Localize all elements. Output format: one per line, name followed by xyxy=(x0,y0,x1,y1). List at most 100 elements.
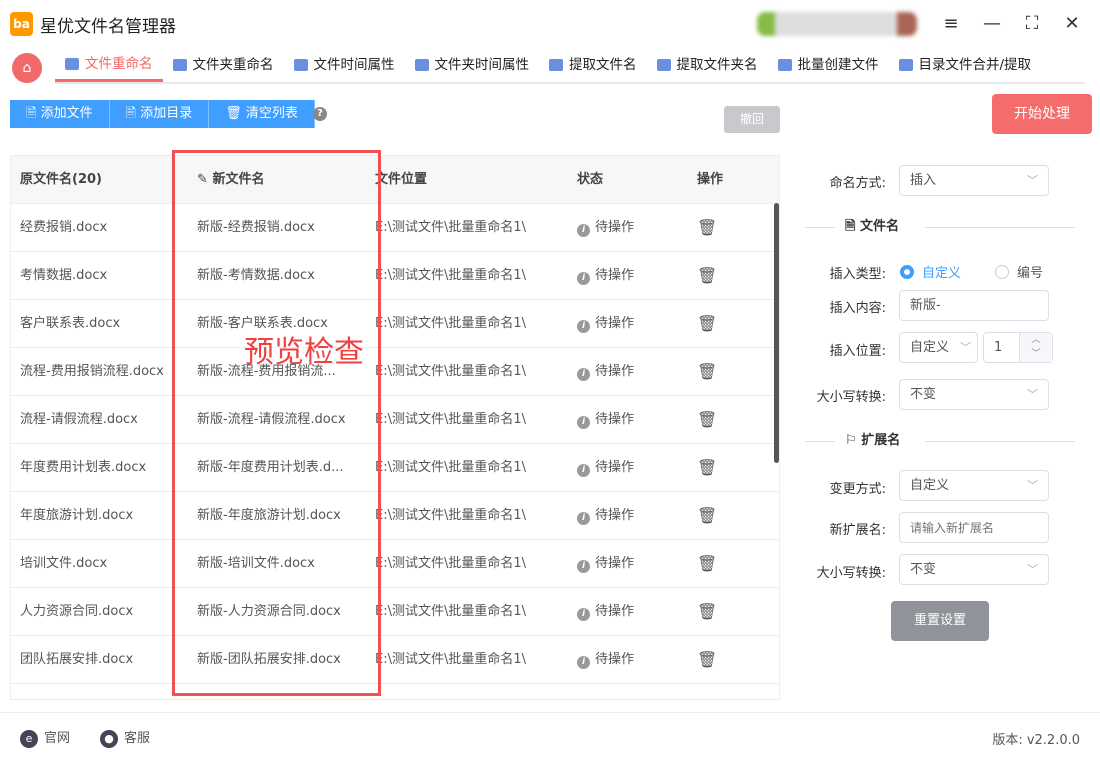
info-icon: i xyxy=(577,320,590,333)
tab-5[interactable]: 提取文件夹名 xyxy=(647,48,768,82)
radio-custom[interactable]: 自定义 xyxy=(900,262,961,281)
trash-icon: 🗑 xyxy=(697,602,718,621)
main-tabs: 文件重命名 文件夹重命名 文件时间属性 文件夹时间属性 提取文件名 提取文件夹名 批量创建文… xyxy=(55,48,1085,84)
naming-label: 命名方式: xyxy=(829,176,886,191)
undo-button[interactable]: 撤回 xyxy=(724,106,780,133)
clear-list-button[interactable]: 🗑 清空列表 xyxy=(209,100,315,128)
change-value: 自定义 xyxy=(910,478,950,493)
table-row[interactable]: 流程-请假流程.docx 新版-流程-请假流程.docx E:\测试文件\批量重… xyxy=(11,396,779,444)
case-select[interactable]: 不变 ﹀ xyxy=(899,379,1049,410)
status: i 待操作 xyxy=(577,204,634,251)
status-label: 待操作 xyxy=(595,412,635,427)
tab-7[interactable]: 目录文件合并/提取 xyxy=(889,48,1042,82)
status: i 待操作 xyxy=(577,252,634,299)
table-row[interactable]: 培训文件.docx 新版-培训文件.docx E:\测试文件\批量重命名1\ i… xyxy=(11,540,779,588)
add-dir-button[interactable]: 🗎 添加目录 xyxy=(109,100,210,128)
sliders-icon[interactable]: ≡ xyxy=(936,10,966,38)
delete-button[interactable]: 🗑 xyxy=(697,396,717,445)
original-name: 经费报销.docx xyxy=(20,220,108,235)
trash-icon: 🗑 xyxy=(697,218,718,237)
support-label: 客服 xyxy=(124,731,151,746)
support-link[interactable]: ● 客服 xyxy=(100,727,150,748)
minimize-button[interactable]: — xyxy=(977,10,1007,38)
tab-3[interactable]: 文件夹时间属性 xyxy=(405,48,540,82)
tab-label: 提取文件夹名 xyxy=(676,57,758,73)
insert-pos-value: 1 xyxy=(994,340,1003,355)
original-name: 年度旅游计划.docx xyxy=(20,508,134,523)
file-location: E:\测试文件\批量重命名1\ xyxy=(375,508,527,523)
delete-button[interactable]: 🗑 xyxy=(697,588,717,637)
status-label: 待操作 xyxy=(595,652,635,667)
insert-pos-stepper[interactable]: 1 ︿ ﹀ xyxy=(983,332,1053,363)
help-icon[interactable]: ? xyxy=(313,107,327,121)
user-avatar[interactable] xyxy=(757,12,917,36)
tab-0[interactable]: 文件重命名 xyxy=(55,48,163,82)
tab-label: 文件重命名 xyxy=(85,55,153,72)
close-button[interactable]: ✕ xyxy=(1057,10,1087,38)
home-button[interactable]: ⌂ xyxy=(12,53,42,83)
maximize-button[interactable]: ⛶ xyxy=(1017,10,1047,38)
header-status: 状态 xyxy=(577,172,604,187)
delete-button[interactable]: 🗑 xyxy=(697,540,717,589)
table-row[interactable]: 客户联系表.docx 新版-客户联系表.docx E:\测试文件\批量重命名1\… xyxy=(11,300,779,348)
trash-icon: 🗑 xyxy=(697,554,718,573)
tab-label: 文件时间属性 xyxy=(313,57,395,73)
status: i 待操作 xyxy=(577,540,634,587)
original-name: 人力资源合同.docx xyxy=(20,604,134,619)
website-link[interactable]: e 官网 xyxy=(20,727,70,748)
info-icon: i xyxy=(577,416,590,429)
table-header: 原文件名(20) ✎ 新文件名 文件位置 状态 操作 xyxy=(11,156,779,204)
file-location: E:\测试文件\批量重命名1\ xyxy=(375,268,527,283)
tab-label: 目录文件合并/提取 xyxy=(918,57,1032,73)
change-select[interactable]: 自定义 ﹀ xyxy=(899,470,1049,501)
stepper-arrows[interactable]: ︿ ﹀ xyxy=(1019,333,1052,362)
new-ext-input[interactable] xyxy=(899,512,1049,543)
toolbar: 🗎 添加文件 🗎 添加目录 🗑 清空列表 xyxy=(10,100,315,128)
version-text: 版本: v2.2.0.0 xyxy=(992,733,1080,748)
table-row[interactable]: 年度旅游计划.docx 新版-年度旅游计划.docx E:\测试文件\批量重命名… xyxy=(11,492,779,540)
tab-1[interactable]: 文件夹重命名 xyxy=(163,48,284,82)
insert-content-input[interactable]: 新版- xyxy=(899,290,1049,321)
file-location: E:\测试文件\批量重命名1\ xyxy=(375,652,527,667)
delete-button[interactable]: 🗑 xyxy=(697,636,717,685)
original-name: 培训文件.docx xyxy=(20,556,108,571)
table-row[interactable]: 年度费用计划表.docx 新版-年度费用计划表.d... E:\测试文件\批量重… xyxy=(11,444,779,492)
insert-pos-select[interactable]: 自定义 ﹀ xyxy=(899,332,978,363)
original-name: 流程-请假流程.docx xyxy=(20,412,138,427)
table-row[interactable]: 人力资源合同.docx 新版-人力资源合同.docx E:\测试文件\批量重命名… xyxy=(11,588,779,636)
table-row[interactable]: 考情数据.docx 新版-考情数据.docx E:\测试文件\批量重命名1\ i… xyxy=(11,252,779,300)
status: i 待操作 xyxy=(577,444,634,491)
file-table: 原文件名(20) ✎ 新文件名 文件位置 状态 操作 经费报销.docx 新版-… xyxy=(10,155,780,700)
delete-button[interactable]: 🗑 xyxy=(697,348,717,397)
delete-button[interactable]: 🗑 xyxy=(697,300,717,349)
chevron-down-icon: ﹀ xyxy=(1027,563,1038,576)
tab-2[interactable]: 文件时间属性 xyxy=(284,48,405,82)
add-file-button[interactable]: 🗎 添加文件 xyxy=(10,100,110,128)
tab-6[interactable]: 批量创建文件 xyxy=(768,48,889,82)
file-location: E:\测试文件\批量重命名1\ xyxy=(375,316,527,331)
table-row[interactable]: 经费报销.docx 新版-经费报销.docx E:\测试文件\批量重命名1\ i… xyxy=(11,204,779,252)
table-row[interactable]: 流程-费用报销流程.docx 新版-流程-费用报销流... E:\测试文件\批量… xyxy=(11,348,779,396)
original-name: 考情数据.docx xyxy=(20,268,108,283)
tab-icon xyxy=(656,59,671,71)
status-label: 待操作 xyxy=(595,556,635,571)
status-label: 待操作 xyxy=(595,604,635,619)
radio-number[interactable]: 编号 xyxy=(995,262,1043,281)
file-location: E:\测试文件\批量重命名1\ xyxy=(375,364,527,379)
table-row[interactable] xyxy=(11,684,779,699)
status-label: 待操作 xyxy=(595,460,635,475)
table-scrollbar[interactable] xyxy=(774,203,779,463)
file-icon: 🗎 xyxy=(845,219,856,234)
delete-button[interactable]: 🗑 xyxy=(697,204,717,253)
change-label: 变更方式: xyxy=(829,482,886,497)
ext-case-select[interactable]: 不变 ﹀ xyxy=(899,554,1049,585)
delete-button[interactable]: 🗑 xyxy=(697,252,717,301)
table-row[interactable]: 团队拓展安排.docx 新版-团队拓展安排.docx E:\测试文件\批量重命名… xyxy=(11,636,779,684)
reset-button[interactable]: 重置设置 xyxy=(891,601,989,641)
delete-button[interactable]: 🗑 xyxy=(697,492,717,541)
naming-select[interactable]: 插入 ﹀ xyxy=(899,165,1049,196)
tab-4[interactable]: 提取文件名 xyxy=(539,48,647,82)
delete-button[interactable]: 🗑 xyxy=(697,444,717,493)
start-button[interactable]: 开始处理 xyxy=(992,94,1092,134)
ie-icon: e xyxy=(20,730,38,748)
